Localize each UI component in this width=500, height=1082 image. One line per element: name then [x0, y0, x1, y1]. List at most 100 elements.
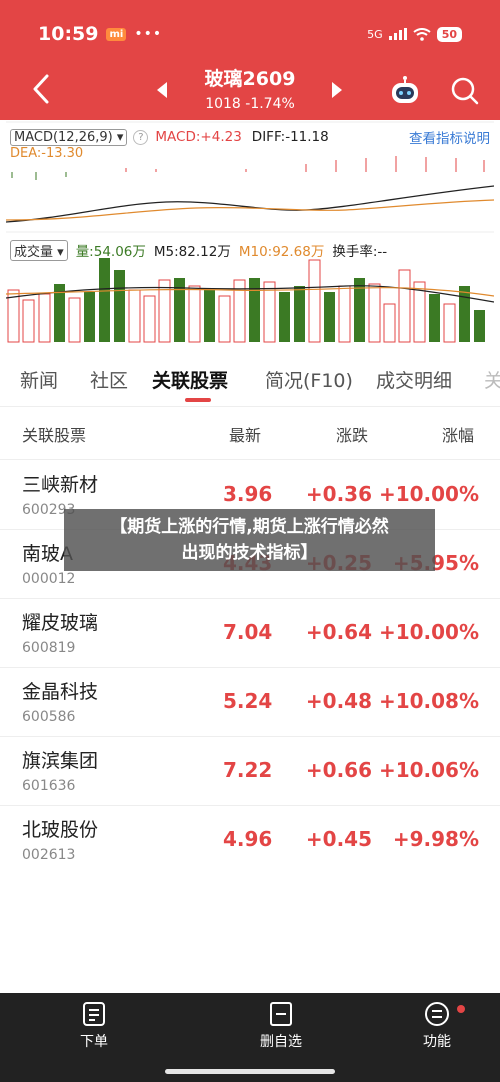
volume-bars [7, 258, 485, 343]
stock-code: 000012 [22, 571, 76, 587]
macd-legend: MACD(12,26,9) ▾ ? MACD:+4.23 DIFF:-11.18… [10, 127, 490, 147]
signal-label: 5G [367, 27, 383, 41]
volume-bar [143, 295, 156, 343]
dea-value: DEA:-13.30 [10, 146, 84, 161]
volume-bar [338, 285, 351, 343]
volume-bar [22, 299, 35, 343]
status-time: 10:59 [38, 23, 99, 45]
volume-bar [368, 283, 381, 343]
volume-bar [459, 286, 470, 342]
stock-price: 3.96 [223, 482, 273, 506]
volume-bar [114, 270, 125, 342]
stock-name: 金晶科技 [22, 681, 99, 703]
stock-change: +0.66 [305, 758, 372, 782]
volume-bar [398, 269, 411, 343]
overlay-line-2: 出现的技术指标】 [181, 543, 318, 563]
search-icon[interactable] [448, 74, 482, 108]
robot-assistant-icon[interactable] [388, 74, 422, 108]
volume-bar [474, 310, 485, 342]
volume-bar [429, 294, 440, 342]
macd-value: MACD:+4.23 [155, 129, 242, 145]
volume-bar [38, 293, 51, 343]
stock-change-pct: +10.00% [378, 620, 479, 644]
tab-trade-details[interactable]: 成交明细 [376, 366, 452, 393]
volume-bar [68, 297, 81, 343]
stock-change: +0.45 [305, 827, 372, 851]
column-header-change[interactable]: 涨跌 [336, 422, 368, 446]
mi-badge: mi [106, 27, 127, 41]
table-row[interactable]: 旗滨集团 601636 7.22 +0.66 +10.06% [0, 736, 500, 806]
volume-bar [294, 286, 305, 342]
stock-name: 北玻股份 [22, 819, 99, 841]
stock-change-pct: +10.06% [378, 758, 479, 782]
tab-overview[interactable]: 简况(F10) [265, 366, 353, 393]
stock-price: 4.96 [223, 827, 273, 851]
tab-news[interactable]: 新闻 [20, 366, 58, 393]
remove-watchlist-label: 删自选 [260, 1034, 302, 1050]
indicator-info-link[interactable]: 查看指标说明 [409, 127, 490, 147]
table-row[interactable]: 北玻股份 002613 4.96 +0.45 +9.98% [0, 805, 500, 874]
signal-icon [388, 28, 407, 40]
order-label: 下单 [80, 1034, 108, 1050]
notification-dot [457, 1005, 465, 1013]
column-header-change-pct[interactable]: 涨幅 [442, 422, 474, 446]
stock-code: 600819 [22, 640, 76, 656]
menu-icon [425, 1002, 449, 1026]
tab-more[interactable]: 关 [484, 366, 500, 393]
column-header-stock: 关联股票 [22, 426, 87, 445]
tab-community[interactable]: 社区 [90, 366, 128, 393]
turnover-rate: 换手率:-- [332, 244, 388, 260]
functions-button[interactable]: 功能 [397, 1001, 477, 1051]
volume-bar [324, 292, 335, 342]
volume-bar [218, 295, 231, 343]
volume-bar [249, 278, 260, 342]
order-button[interactable]: 下单 [54, 1001, 134, 1051]
volume-bar [443, 303, 456, 343]
volume-selector[interactable]: 成交量 ▾ [10, 239, 68, 261]
stock-change: +0.64 [305, 620, 372, 644]
stock-change-pct: +10.08% [378, 689, 479, 713]
volume-amount: 量:54.06万 [75, 244, 146, 260]
macd-selector[interactable]: MACD(12,26,9) ▾ [10, 128, 128, 146]
stock-change-pct: +9.98% [392, 827, 479, 851]
dea-line [6, 199, 494, 221]
stock-name: 三峡新材 [22, 474, 99, 496]
status-bar: 10:59 mi ••• 5G 50 [38, 20, 462, 48]
battery-indicator: 50 [436, 26, 462, 42]
tab-related-stocks[interactable]: 关联股票 [152, 366, 228, 393]
stock-code: 601636 [22, 778, 76, 794]
volume-bar [308, 259, 321, 343]
volume-bar [204, 290, 215, 342]
remove-watchlist-icon [270, 1002, 292, 1026]
next-contract-icon[interactable] [330, 80, 344, 100]
stock-code: 002613 [22, 847, 76, 863]
wifi-icon [413, 27, 431, 41]
page-title: 玻璃2609 [204, 68, 296, 90]
stock-price: 7.04 [223, 620, 273, 644]
diff-value: DIFF:-11.18 [251, 129, 329, 145]
stock-price: 7.22 [223, 758, 273, 782]
volume-bar [128, 289, 141, 343]
stock-name: 旗滨集团 [22, 750, 99, 772]
help-icon[interactable]: ? [133, 129, 149, 145]
order-icon [83, 1002, 105, 1026]
stock-change-pct: +10.00% [378, 482, 479, 506]
table-row[interactable]: 金晶科技 600586 5.24 +0.48 +10.08% [0, 667, 500, 737]
article-title-overlay: 【期货上涨的行情,期货上涨行情必然 出现的技术指标】 [64, 509, 435, 571]
volume-bar [279, 292, 290, 342]
stock-name: 耀皮玻璃 [22, 612, 99, 634]
tab-bar: 新闻 社区 关联股票 简况(F10) 成交明细 关 [0, 352, 500, 407]
home-indicator[interactable] [165, 1069, 335, 1074]
stock-change: +0.36 [305, 482, 372, 506]
top-header: 10:59 mi ••• 5G 50 玻璃2609 1018 -1.74% [0, 0, 500, 120]
active-tab-indicator [185, 398, 211, 402]
functions-label: 功能 [423, 1034, 451, 1050]
volume-bar [84, 292, 95, 342]
volume-bar [263, 281, 276, 343]
stock-change: +0.48 [305, 689, 372, 713]
macd-selector-label: MACD(12,26,9) [14, 129, 113, 145]
stock-price: 5.24 [223, 689, 273, 713]
table-row[interactable]: 耀皮玻璃 600819 7.04 +0.64 +10.00% [0, 598, 500, 668]
remove-watchlist-button[interactable]: 删自选 [241, 1001, 321, 1051]
column-header-latest[interactable]: 最新 [229, 422, 261, 446]
